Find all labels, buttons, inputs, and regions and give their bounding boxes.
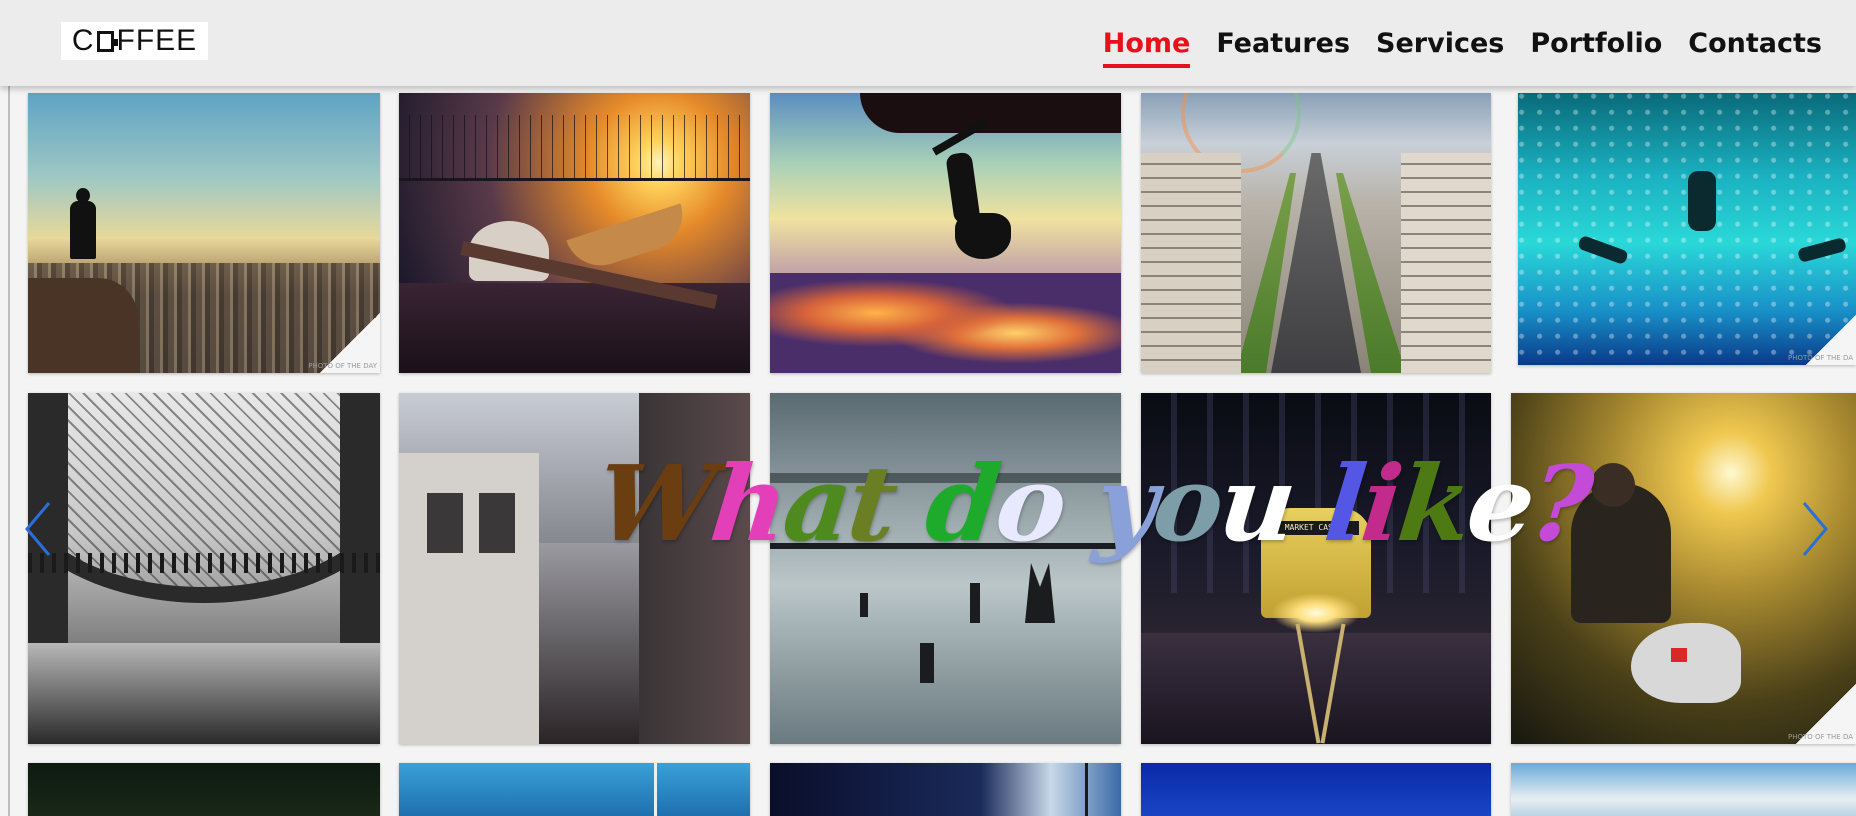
headline-letter: h <box>705 442 791 565</box>
logo-text-start: C <box>71 24 95 57</box>
carousel-next-button[interactable] <box>1800 500 1830 558</box>
chevron-left-icon <box>25 502 51 556</box>
nav-home[interactable]: Home <box>1102 28 1190 68</box>
headline-letter: k <box>1392 442 1475 565</box>
photo-paris-avenue-rainbow[interactable] <box>1141 93 1491 373</box>
photo-watermark: PHOTO OF THE DAY <box>308 362 377 370</box>
nav-features[interactable]: Features <box>1216 28 1350 59</box>
headline-letter: W <box>591 442 719 565</box>
gallery-edge-line <box>8 86 10 816</box>
photo-eiffel-tower-reflection[interactable] <box>28 393 380 744</box>
photo-row3-1[interactable] <box>28 763 380 816</box>
carousel-prev-button[interactable] <box>23 500 53 558</box>
navbar: C FFEE Home Features Services Portfolio … <box>0 0 1856 86</box>
photo-man-overlooking-city[interactable]: PHOTO OF THE DAY <box>28 93 380 373</box>
photo-underwater-swimmers[interactable]: PHOTO OF THE DA <box>1518 93 1856 365</box>
photo-row3-3[interactable] <box>770 763 1121 816</box>
photo-climber-silhouette[interactable] <box>770 93 1121 373</box>
headline-letter: u <box>1213 442 1300 565</box>
logo-text-end: FFEE <box>116 24 198 57</box>
coffee-cup-icon <box>96 30 118 52</box>
photo-gallery: PHOTO OF THE DAY PHOTO OF THE DA MARKET … <box>0 0 1856 816</box>
photo-watermark: PHOTO OF THE DA <box>1787 354 1853 362</box>
nav-services[interactable]: Services <box>1376 28 1504 59</box>
photo-row3-2[interactable] <box>399 763 750 816</box>
photo-watermark: PHOTO OF THE DA <box>1787 733 1853 741</box>
site-logo[interactable]: C FFEE <box>61 22 208 60</box>
main-nav: Home Features Services Portfolio Contact… <box>1077 0 1856 86</box>
nav-portfolio[interactable]: Portfolio <box>1530 28 1662 59</box>
chevron-right-icon <box>1802 502 1828 556</box>
nav-contacts[interactable]: Contacts <box>1688 28 1822 59</box>
photo-bridge-boat-sunset[interactable] <box>399 93 750 373</box>
photo-row3-5[interactable] <box>1511 763 1856 816</box>
headline-letter: d <box>920 442 1004 565</box>
hero-headline: What do you like? <box>592 442 1596 565</box>
photo-row3-4[interactable] <box>1141 763 1491 816</box>
